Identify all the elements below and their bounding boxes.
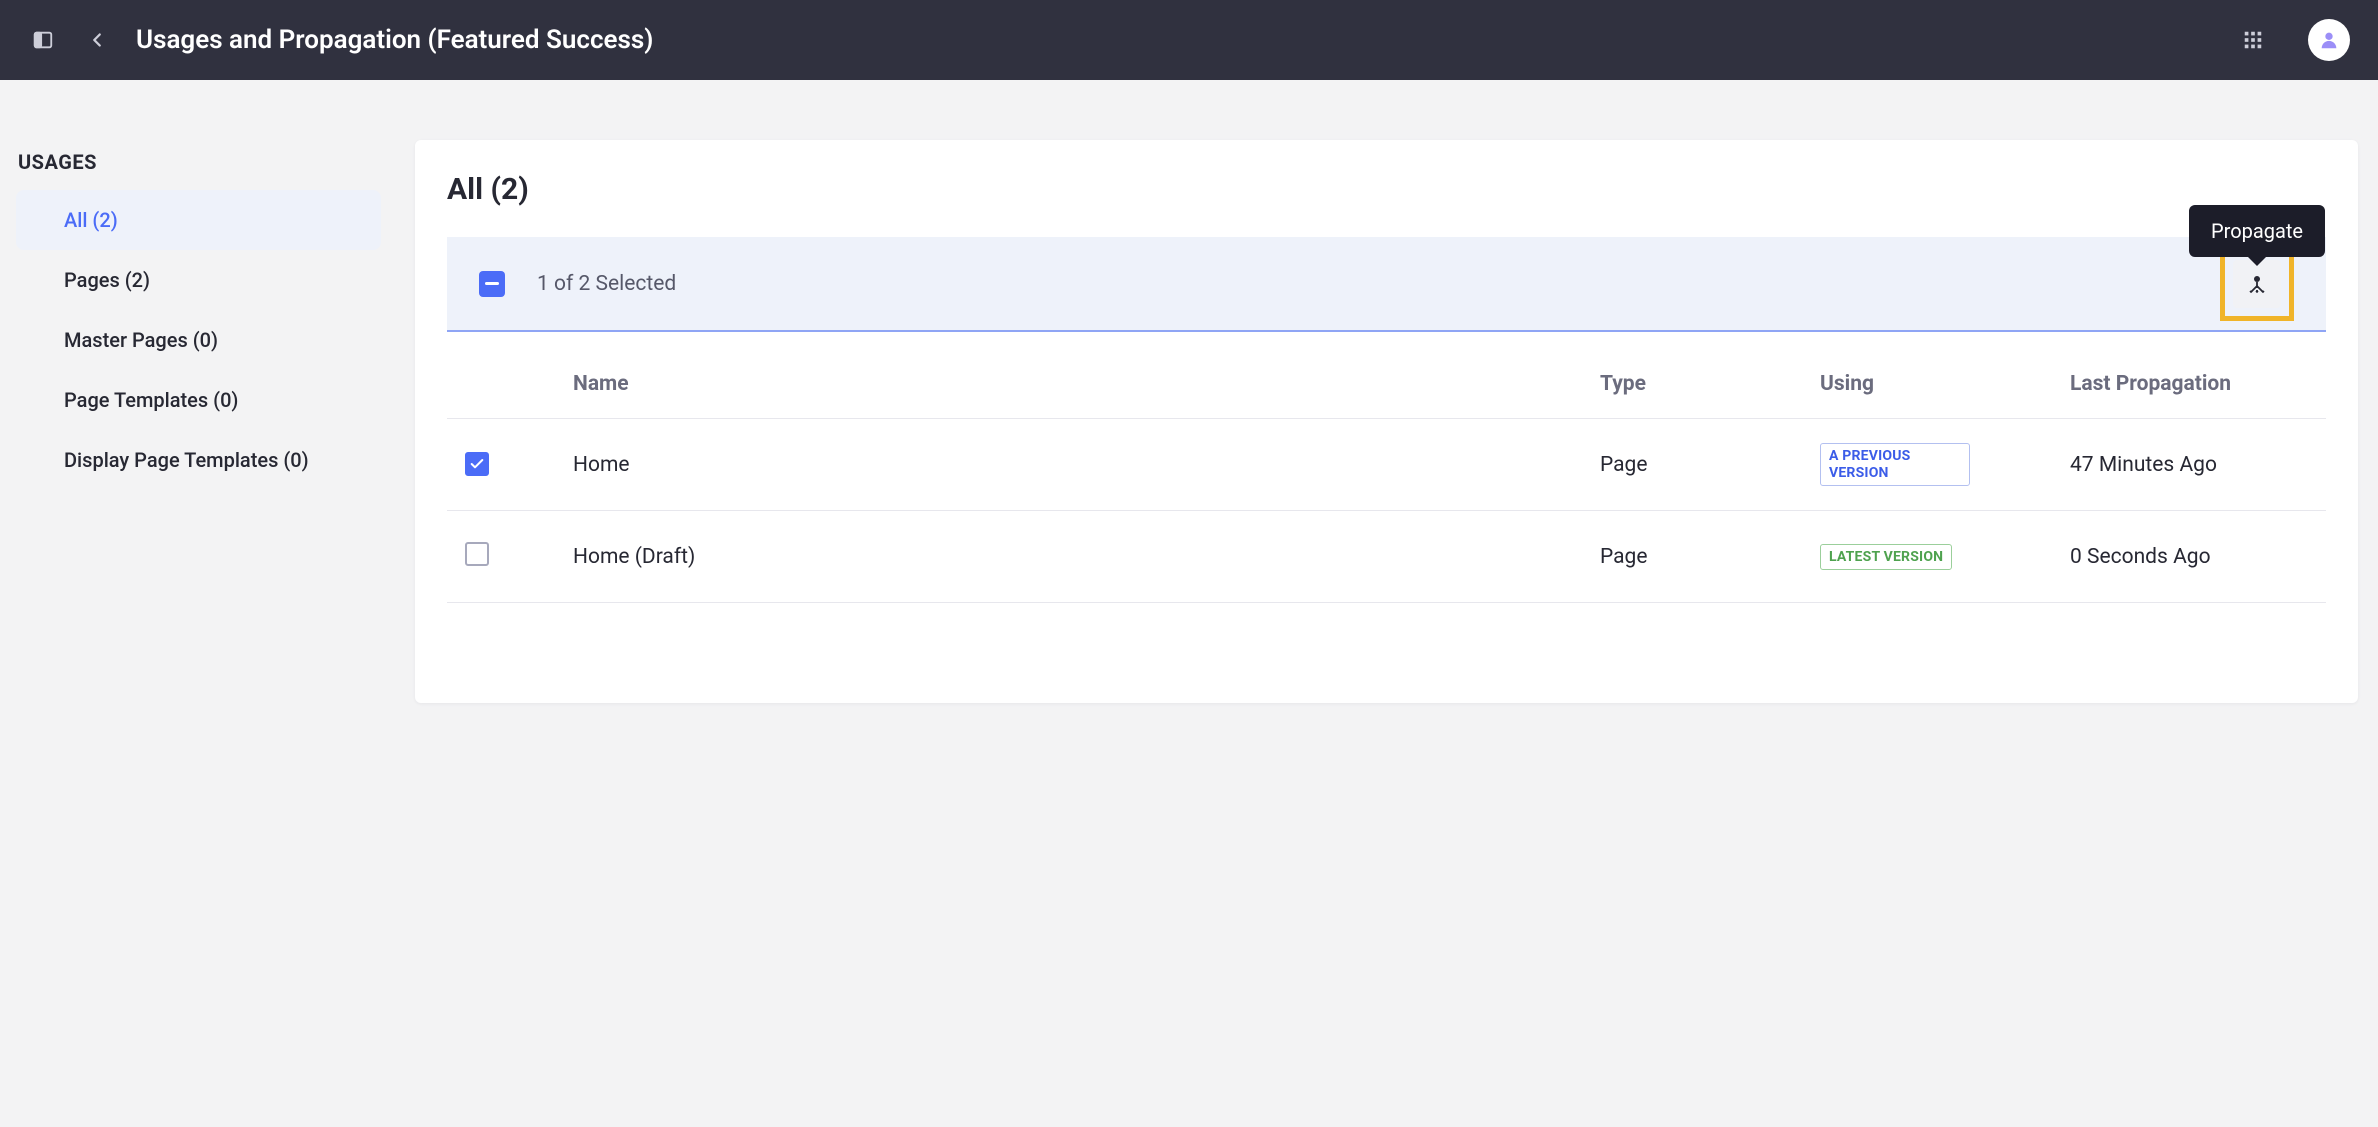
sidebar-item-label: Page Templates (0) (64, 388, 238, 412)
card-title: All (2) (447, 172, 2326, 207)
apps-icon[interactable] (2238, 25, 2268, 55)
sidebar-item-label: Master Pages (0) (64, 328, 218, 352)
card: All (2) 1 of 2 Selected Propagate (415, 140, 2358, 703)
using-badge: LATEST VERSION (1820, 544, 1952, 570)
sidebar-item-label: Display Page Templates (0) (64, 448, 309, 472)
sidebar: USAGES All (2) Pages (2) Master Pages (0… (0, 80, 395, 733)
select-all-checkbox[interactable] (479, 271, 505, 297)
row-checkbox[interactable] (465, 452, 489, 476)
back-button[interactable] (82, 25, 112, 55)
usages-table: Name Type Using Last Propagation Home (447, 372, 2326, 603)
col-type: Type (1600, 372, 1820, 396)
sidebar-item-master-pages[interactable]: Master Pages (0) (16, 310, 381, 370)
cell-last-propagation: 0 Seconds Ago (2070, 545, 2320, 569)
propagate-tooltip: Propagate (2189, 205, 2325, 257)
cell-type: Page (1600, 545, 1820, 569)
sidebar-item-label: All (2) (64, 208, 118, 232)
col-name: Name (573, 372, 1600, 396)
checkmark-icon (469, 456, 485, 472)
sidebar-item-display-page-templates[interactable]: Display Page Templates (0) (16, 430, 381, 490)
table-header: Name Type Using Last Propagation (447, 372, 2326, 419)
col-using: Using (1820, 372, 2070, 396)
indeterminate-icon (485, 282, 499, 285)
panel-toggle-icon[interactable] (28, 25, 58, 55)
row-checkbox[interactable] (465, 542, 489, 566)
cell-type: Page (1600, 453, 1820, 477)
sidebar-item-label: Pages (2) (64, 268, 150, 292)
selection-count: 1 of 2 Selected (537, 272, 676, 296)
table-row[interactable]: Home Page A PREVIOUS VERSION 47 Minutes … (447, 419, 2326, 511)
sidebar-item-all[interactable]: All (2) (16, 190, 381, 250)
main-content: All (2) 1 of 2 Selected Propagate (395, 80, 2378, 733)
cell-last-propagation: 47 Minutes Ago (2070, 453, 2320, 477)
user-avatar-button[interactable] (2308, 19, 2350, 61)
cell-name: Home (573, 453, 1600, 477)
table-row[interactable]: Home (Draft) Page LATEST VERSION 0 Secon… (447, 511, 2326, 603)
cell-name: Home (Draft) (573, 545, 1600, 569)
using-badge: A PREVIOUS VERSION (1820, 443, 1970, 485)
page-title: Usages and Propagation (Featured Success… (136, 25, 2214, 55)
sidebar-item-pages[interactable]: Pages (2) (16, 250, 381, 310)
top-bar: Usages and Propagation (Featured Success… (0, 0, 2378, 80)
selection-bar: 1 of 2 Selected Propagate (447, 237, 2326, 332)
propagate-highlight: Propagate (2220, 247, 2294, 321)
propagate-icon (2245, 272, 2269, 296)
col-last-propagation: Last Propagation (2070, 372, 2320, 396)
sidebar-item-page-templates[interactable]: Page Templates (0) (16, 370, 381, 430)
sidebar-heading: USAGES (16, 150, 381, 174)
propagate-button[interactable] (2233, 260, 2281, 308)
